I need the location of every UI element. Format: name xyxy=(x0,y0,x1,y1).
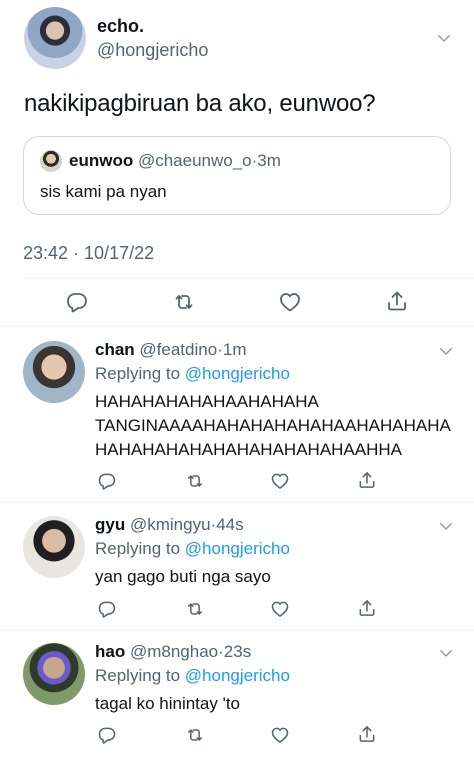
reply-tweet[interactable]: gyu @kmingyu·44s Replying to @hongjerich… xyxy=(0,504,474,631)
reply-tweet[interactable]: chan @featdino·1m Replying to @hongjeric… xyxy=(0,328,474,503)
divider xyxy=(23,278,474,279)
tweet-text: nakikipagbiruan ba ako, eunwoo? xyxy=(24,90,376,117)
chevron-down-icon[interactable] xyxy=(437,517,455,535)
author-name[interactable]: gyu xyxy=(95,515,125,534)
author-handle[interactable]: @kmingyu xyxy=(130,515,211,534)
retweet-icon[interactable] xyxy=(185,599,205,619)
reply-text-line: HAHAHAHAHAHAHAHAHAHAHAAHHA xyxy=(95,440,403,459)
reply-text: tagal ko hinintay 'to xyxy=(95,692,240,716)
reply-text: yan gago buti nga sayo xyxy=(95,565,271,589)
reply-text-line: yan gago buti nga sayo xyxy=(95,567,271,586)
quoted-author-handle: @chaeunwo_o xyxy=(137,151,252,170)
replying-to: Replying to @hongjericho xyxy=(95,364,290,384)
chevron-down-icon[interactable] xyxy=(435,29,453,47)
reply-icon[interactable] xyxy=(65,290,89,314)
avatar[interactable] xyxy=(24,7,86,69)
main-tweet: echo. @hongjericho nakikipagbiruan ba ak… xyxy=(0,0,474,327)
share-icon[interactable] xyxy=(357,724,377,744)
reply-tweet[interactable]: hao @m8nghao·23s Replying to @hongjerich… xyxy=(0,632,474,757)
quoted-time: 3m xyxy=(257,151,281,170)
reply-header: hao @m8nghao·23s xyxy=(95,642,251,662)
reply-icon[interactable] xyxy=(97,471,117,491)
reply-text-line: tagal ko hinintay 'to xyxy=(95,694,241,713)
replying-to-label: Replying to xyxy=(95,539,181,558)
reply-time: 23s xyxy=(223,642,252,661)
heart-icon[interactable] xyxy=(278,290,302,314)
reply-text-line: TANGINAAAAHAHAHAHAHAHAAHAHAHAHA xyxy=(95,416,451,435)
chevron-down-icon[interactable] xyxy=(437,342,455,360)
retweet-icon[interactable] xyxy=(185,471,205,491)
reply-icon[interactable] xyxy=(97,599,117,619)
reply-time: 1m xyxy=(222,340,247,359)
mention-link[interactable]: @hongjericho xyxy=(185,364,290,383)
quoted-tweet[interactable]: eunwoo @chaeunwo_o·3m sis kami pa nyan xyxy=(23,136,451,215)
reply-header: chan @featdino·1m xyxy=(95,340,246,360)
reply-text-line: HAHAHAHAHAHAAHAHAHA xyxy=(95,392,319,411)
avatar xyxy=(40,150,62,172)
avatar[interactable] xyxy=(23,643,85,705)
chevron-down-icon[interactable] xyxy=(437,644,455,662)
share-icon[interactable] xyxy=(385,289,409,313)
replying-to: Replying to @hongjericho xyxy=(95,666,290,686)
tweet-timestamp[interactable]: 23:42 · 10/17/22 xyxy=(23,243,154,264)
heart-icon[interactable] xyxy=(270,471,290,491)
heart-icon[interactable] xyxy=(270,725,290,745)
avatar[interactable] xyxy=(23,516,85,578)
reply-time: 44s xyxy=(216,515,244,534)
reply-icon[interactable] xyxy=(97,725,117,745)
author-name[interactable]: chan xyxy=(95,340,135,359)
author-name[interactable]: echo. xyxy=(97,16,144,37)
replying-to: Replying to @hongjericho xyxy=(95,539,290,559)
mention-link[interactable]: @hongjericho xyxy=(185,539,290,558)
share-icon[interactable] xyxy=(357,470,377,490)
author-handle[interactable]: @featdino xyxy=(139,340,217,359)
mention-link[interactable]: @hongjericho xyxy=(185,666,290,685)
avatar[interactable] xyxy=(23,341,85,403)
reply-header: gyu @kmingyu·44s xyxy=(95,515,244,535)
author-handle[interactable]: @m8nghao xyxy=(130,642,218,661)
replying-to-label: Replying to xyxy=(95,364,181,383)
quoted-tweet-header: eunwoo @chaeunwo_o·3m xyxy=(69,151,281,171)
replying-to-label: Replying to xyxy=(95,666,181,685)
retweet-icon[interactable] xyxy=(172,290,196,314)
quoted-tweet-text: sis kami pa nyan xyxy=(40,182,167,201)
retweet-icon[interactable] xyxy=(185,725,205,745)
author-handle[interactable]: @hongjericho xyxy=(97,40,208,61)
quoted-author-name: eunwoo xyxy=(69,151,134,170)
reply-text: HAHAHAHAHAHAAHAHAHA TANGINAAAAHAHAHAHAHA… xyxy=(95,390,451,462)
author-name[interactable]: hao xyxy=(95,642,125,661)
heart-icon[interactable] xyxy=(270,599,290,619)
share-icon[interactable] xyxy=(357,598,377,618)
